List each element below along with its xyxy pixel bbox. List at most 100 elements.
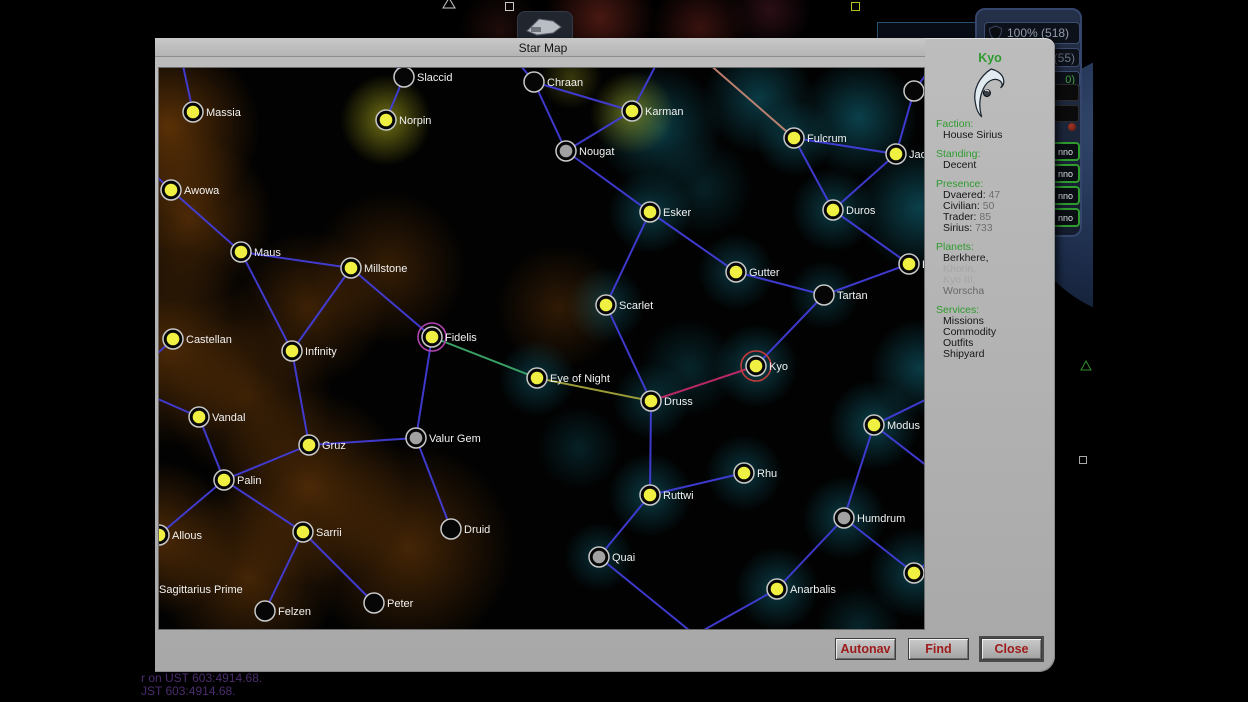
system-dot-massia[interactable]: [187, 106, 200, 119]
system-label-modus: Modus M: [887, 420, 924, 432]
jump-line: [416, 337, 432, 438]
system-dot-quai[interactable]: [593, 551, 606, 564]
jump-line: [292, 268, 351, 351]
jump-line: [599, 557, 695, 629]
system-label-rhu: Rhu: [757, 468, 777, 480]
system-dot-vandal[interactable]: [193, 411, 206, 424]
system-dot-jack[interactable]: [890, 148, 903, 161]
system-dot-humdrum[interactable]: [838, 512, 851, 525]
overlay-square-icon: [505, 2, 514, 11]
system-label-massia: Massia: [206, 107, 242, 119]
system-label-quai: Quai: [612, 552, 635, 564]
system-node-tartan[interactable]: [814, 285, 834, 305]
system-dot-rhu[interactable]: [738, 467, 751, 480]
system-node-slaccid[interactable]: [394, 68, 414, 87]
system-dot-ruttwi[interactable]: [644, 489, 657, 502]
jump-line: [708, 68, 794, 138]
system-label-humdrum: Humdrum: [857, 513, 905, 525]
system-dot-valur[interactable]: [410, 432, 423, 445]
overlay-square-green-icon: [851, 2, 860, 11]
planet-list: Berkhere,Khorin,Kyo III,Worscha: [936, 253, 1052, 297]
service-list: MissionsCommodityOutfitsShipyard: [936, 316, 1052, 360]
system-dot-castellan[interactable]: [167, 333, 180, 346]
system-dot-druss[interactable]: [645, 395, 658, 408]
find-button[interactable]: Find: [908, 638, 969, 660]
system-dot-scarlet[interactable]: [600, 299, 613, 312]
system-label-fidelis: Fidelis: [445, 332, 477, 344]
system-node-chraan[interactable]: [524, 72, 544, 92]
system-label-f: F: [922, 259, 924, 271]
system-dot-f[interactable]: [903, 258, 916, 271]
target-ship-icon: [523, 15, 567, 39]
services-section: Services: MissionsCommodityOutfitsShipya…: [936, 305, 1052, 360]
faction-logo-icon: [967, 68, 1011, 118]
system-dot-maus[interactable]: [235, 246, 248, 259]
system-dot-gutter[interactable]: [730, 266, 743, 279]
selected-system-name: Kyo: [930, 51, 1050, 65]
system-dot-sarrii[interactable]: [297, 526, 310, 539]
system-dot-palin[interactable]: [218, 474, 231, 487]
jump-line: [566, 151, 650, 212]
system-label-jack: Jack: [909, 149, 924, 161]
system-dot-modus[interactable]: [868, 419, 881, 432]
radar-square-icon: [1079, 456, 1087, 464]
system-dot-se-node[interactable]: [908, 567, 921, 580]
jump-line: [303, 532, 374, 603]
system-dot-nougat[interactable]: [560, 145, 573, 158]
star-map-svg[interactable]: MassiaSlaccidNorpinChraanKarmanNougatFul…: [159, 68, 924, 629]
jump-line: [844, 425, 874, 518]
planets-section: Planets: Berkhere,Khorin,Kyo III,Worscha: [936, 242, 1052, 297]
system-label-ruttwi: Ruttwi: [663, 490, 694, 502]
system-label-druss: Druss: [664, 396, 693, 408]
star-map-viewport[interactable]: MassiaSlaccidNorpinChraanKarmanNougatFul…: [158, 67, 925, 630]
system-label-kyo: Kyo: [769, 361, 788, 373]
system-dot-karman[interactable]: [626, 105, 639, 118]
jump-line: [224, 480, 303, 532]
system-dot-norpin[interactable]: [380, 114, 393, 127]
overlay-triangle-icon: [442, 0, 456, 14]
system-label-druid: Druid: [464, 524, 490, 536]
system-dot-kyo[interactable]: [750, 360, 763, 373]
star-map-dialog: Star Map MassiaSlaccidNorpinChraanKarman…: [155, 38, 1055, 672]
system-dot-millstone[interactable]: [345, 262, 358, 275]
system-label-allous: Allous: [172, 530, 202, 542]
system-label-valur: Valur Gem: [429, 433, 481, 445]
system-node-felzen[interactable]: [255, 601, 275, 621]
system-dot-anarbalis[interactable]: [771, 583, 784, 596]
system-node-druid[interactable]: [441, 519, 461, 539]
jump-line: [650, 401, 651, 495]
hud-indicator-dot: [1068, 123, 1076, 131]
radar-triangle-icon: [1080, 358, 1092, 376]
planet-row: Worscha: [936, 286, 1052, 297]
system-label-gutter: Gutter: [749, 267, 780, 279]
autonav-button[interactable]: Autonav: [835, 638, 896, 660]
system-info-panel: Faction: House Sirius Standing: Decent P…: [936, 119, 1052, 368]
system-label-fulcrum: Fulcrum: [807, 133, 847, 145]
letterbox-left: [0, 0, 140, 702]
system-label-norpin: Norpin: [399, 115, 431, 127]
system-dot-gruz[interactable]: [303, 439, 316, 452]
system-label-vandal: Vandal: [212, 412, 245, 424]
system-dot-infinity[interactable]: [286, 345, 299, 358]
system-node-ne-circle[interactable]: [904, 81, 924, 101]
system-label-felzen: Felzen: [278, 606, 311, 618]
faction-section: Faction: House Sirius: [936, 119, 1052, 141]
jump-line: [777, 518, 844, 589]
standing-value: Decent: [936, 160, 1052, 171]
system-label-nougat: Nougat: [579, 146, 614, 158]
close-button[interactable]: Close: [981, 638, 1042, 660]
jump-line: [265, 532, 303, 611]
system-dot-awowa[interactable]: [165, 184, 178, 197]
system-label-sagittarius: Sagittarius Prime: [159, 584, 243, 596]
system-dot-fulcrum[interactable]: [788, 132, 801, 145]
system-node-peter[interactable]: [364, 593, 384, 613]
system-label-karman: Karman: [645, 106, 684, 118]
system-label-gruz: Gruz: [322, 440, 346, 452]
system-dot-eye[interactable]: [531, 372, 544, 385]
system-dot-esker[interactable]: [644, 206, 657, 219]
system-dot-duros[interactable]: [827, 204, 840, 217]
system-label-chraan: Chraan: [547, 77, 583, 89]
jump-line: [566, 111, 632, 151]
system-label-awowa: Awowa: [184, 185, 220, 197]
system-dot-fidelis[interactable]: [426, 331, 439, 344]
